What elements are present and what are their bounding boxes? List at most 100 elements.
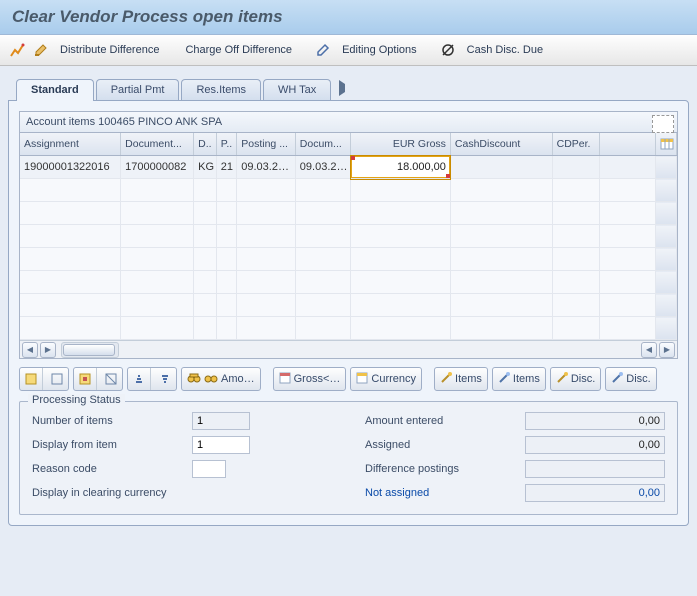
col-cdper[interactable]: CDPer. (552, 133, 599, 156)
col-document[interactable]: Document... (121, 133, 194, 156)
edit-icon[interactable] (32, 41, 50, 59)
col-assignment[interactable]: Assignment (20, 133, 121, 156)
pencil-icon[interactable] (314, 41, 332, 59)
disc-deactivate-button[interactable]: Disc. (605, 367, 656, 391)
tabs: Standard Partial Pmt Res.Items WH Tax (8, 76, 689, 100)
difference-postings-label: Difference postings (365, 463, 525, 475)
gross-label: Gross<… (294, 373, 341, 385)
chart-icon[interactable] (8, 41, 26, 59)
wand-blue-icon (498, 372, 510, 387)
cell-eur-gross[interactable]: 18.000,00 (351, 156, 451, 179)
grid-config-icon[interactable] (656, 133, 677, 156)
tab-scroll-icon[interactable] (339, 80, 353, 96)
disc-activate-button[interactable]: Disc. (550, 367, 601, 391)
grid-red-icon (279, 372, 291, 387)
cell-spare (599, 156, 656, 179)
cell-cash-discount[interactable] (450, 156, 552, 179)
col-cash-discount[interactable]: CashDiscount (450, 133, 552, 156)
col-spare (599, 133, 656, 156)
scroll-right2-icon[interactable]: ▶ (659, 342, 675, 358)
gross-button[interactable]: Gross<… (273, 367, 347, 391)
display-from-item-label: Display from item (32, 439, 192, 451)
scroll-right-icon[interactable]: ▶ (40, 342, 56, 358)
cell-document[interactable]: 1700000082 (121, 156, 194, 179)
sort-asc-icon (128, 368, 151, 390)
cash-disc-due-link[interactable]: Cash Disc. Due (463, 44, 547, 56)
items1-label: Items (455, 373, 482, 385)
difference-postings-field (525, 460, 665, 478)
select-all-button[interactable] (73, 367, 123, 391)
sort-button[interactable] (127, 367, 177, 391)
grid-header-row: Assignment Document... D.. P.. Posting .… (20, 133, 677, 156)
grid-hscroll[interactable]: ◀ ▶ ◀ ▶ (20, 340, 677, 358)
account-items-grid: Account items 100465 PINCO ANK SPA Assig… (19, 111, 678, 359)
disc2-label: Disc. (626, 373, 650, 385)
reason-code-label: Reason code (32, 463, 192, 475)
select-icon (20, 368, 43, 390)
processing-status-group: Processing Status Number of items Amount… (19, 401, 678, 515)
scroll-left2-icon[interactable]: ◀ (641, 342, 657, 358)
cell-p[interactable]: 21 (216, 156, 237, 179)
items2-label: Items (513, 373, 540, 385)
grid-yellow-icon (356, 372, 368, 387)
table-row[interactable]: 19000001322016 1700000082 KG 21 09.03.2…… (20, 156, 677, 179)
assigned-label: Assigned (365, 439, 525, 451)
scroll-left-icon[interactable]: ◀ (22, 342, 38, 358)
processing-status-legend: Processing Status (28, 394, 125, 406)
grid-title: Account items 100465 PINCO ANK SPA (20, 112, 677, 133)
select-all-icon (74, 368, 97, 390)
sort-desc-icon (154, 368, 176, 390)
wand-blue2-icon (611, 372, 623, 387)
not-assigned-link[interactable]: Not assigned (365, 487, 525, 499)
cell-docum[interactable]: 09.03.2… (295, 156, 350, 179)
currency-button[interactable]: Currency (350, 367, 422, 391)
assigned-field (525, 436, 665, 454)
charge-off-difference-link[interactable]: Charge Off Difference (181, 44, 296, 56)
tab-panel-standard: Account items 100465 PINCO ANK SPA Assig… (8, 100, 689, 526)
tab-wh-tax[interactable]: WH Tax (263, 79, 331, 100)
number-of-items-field (192, 412, 250, 430)
amount-entered-label: Amount entered (365, 415, 525, 427)
distribute-difference-link[interactable]: Distribute Difference (56, 44, 163, 56)
tab-partial-pmt[interactable]: Partial Pmt (96, 79, 180, 100)
main-toolbar: Distribute Difference Charge Off Differe… (0, 35, 697, 66)
grid-title-text: Account items 100465 PINCO ANK SPA (26, 116, 222, 128)
find-button[interactable]: Amo… (181, 367, 261, 391)
number-of-items-label: Number of items (32, 415, 192, 427)
col-posting[interactable]: Posting ... (237, 133, 296, 156)
grid-title-input[interactable] (652, 115, 674, 133)
binoculars-icon (187, 372, 201, 387)
col-p[interactable]: P.. (216, 133, 237, 156)
strike-icon[interactable] (439, 41, 457, 59)
cell-cdper[interactable] (552, 156, 599, 179)
reason-code-field[interactable] (192, 460, 226, 478)
select-block-button[interactable] (19, 367, 69, 391)
amount-entered-field (525, 412, 665, 430)
col-eur-gross[interactable]: EUR Gross (351, 133, 451, 156)
currency-label: Currency (371, 373, 416, 385)
items-deactivate-button[interactable]: Items (492, 367, 546, 391)
display-from-item-field[interactable] (192, 436, 250, 454)
display-in-clearing-currency-label: Display in clearing currency (32, 487, 192, 499)
items-activate-button[interactable]: Items (434, 367, 488, 391)
wand-yellow2-icon (556, 372, 568, 387)
cell-posting[interactable]: 09.03.2… (237, 156, 296, 179)
col-d[interactable]: D.. (194, 133, 217, 156)
page-title: Clear Vendor Process open items (0, 0, 697, 35)
cell-config-col (656, 156, 677, 179)
tab-standard[interactable]: Standard (16, 79, 94, 100)
workarea: Standard Partial Pmt Res.Items WH Tax Ac… (0, 66, 697, 596)
cell-assignment[interactable]: 19000001322016 (20, 156, 121, 179)
deselect-all-icon (100, 368, 122, 390)
cell-d[interactable]: KG (194, 156, 217, 179)
find-label: Amo… (221, 373, 255, 385)
deselect-icon (46, 368, 68, 390)
tab-res-items[interactable]: Res.Items (181, 79, 261, 100)
not-assigned-field (525, 484, 665, 502)
disc1-label: Disc. (571, 373, 595, 385)
wand-yellow-icon (440, 372, 452, 387)
col-docum[interactable]: Docum... (295, 133, 350, 156)
editing-options-link[interactable]: Editing Options (338, 44, 421, 56)
binoculars2-icon (204, 372, 218, 387)
action-button-row: Amo… Gross<… Currency Items Items (19, 367, 678, 391)
